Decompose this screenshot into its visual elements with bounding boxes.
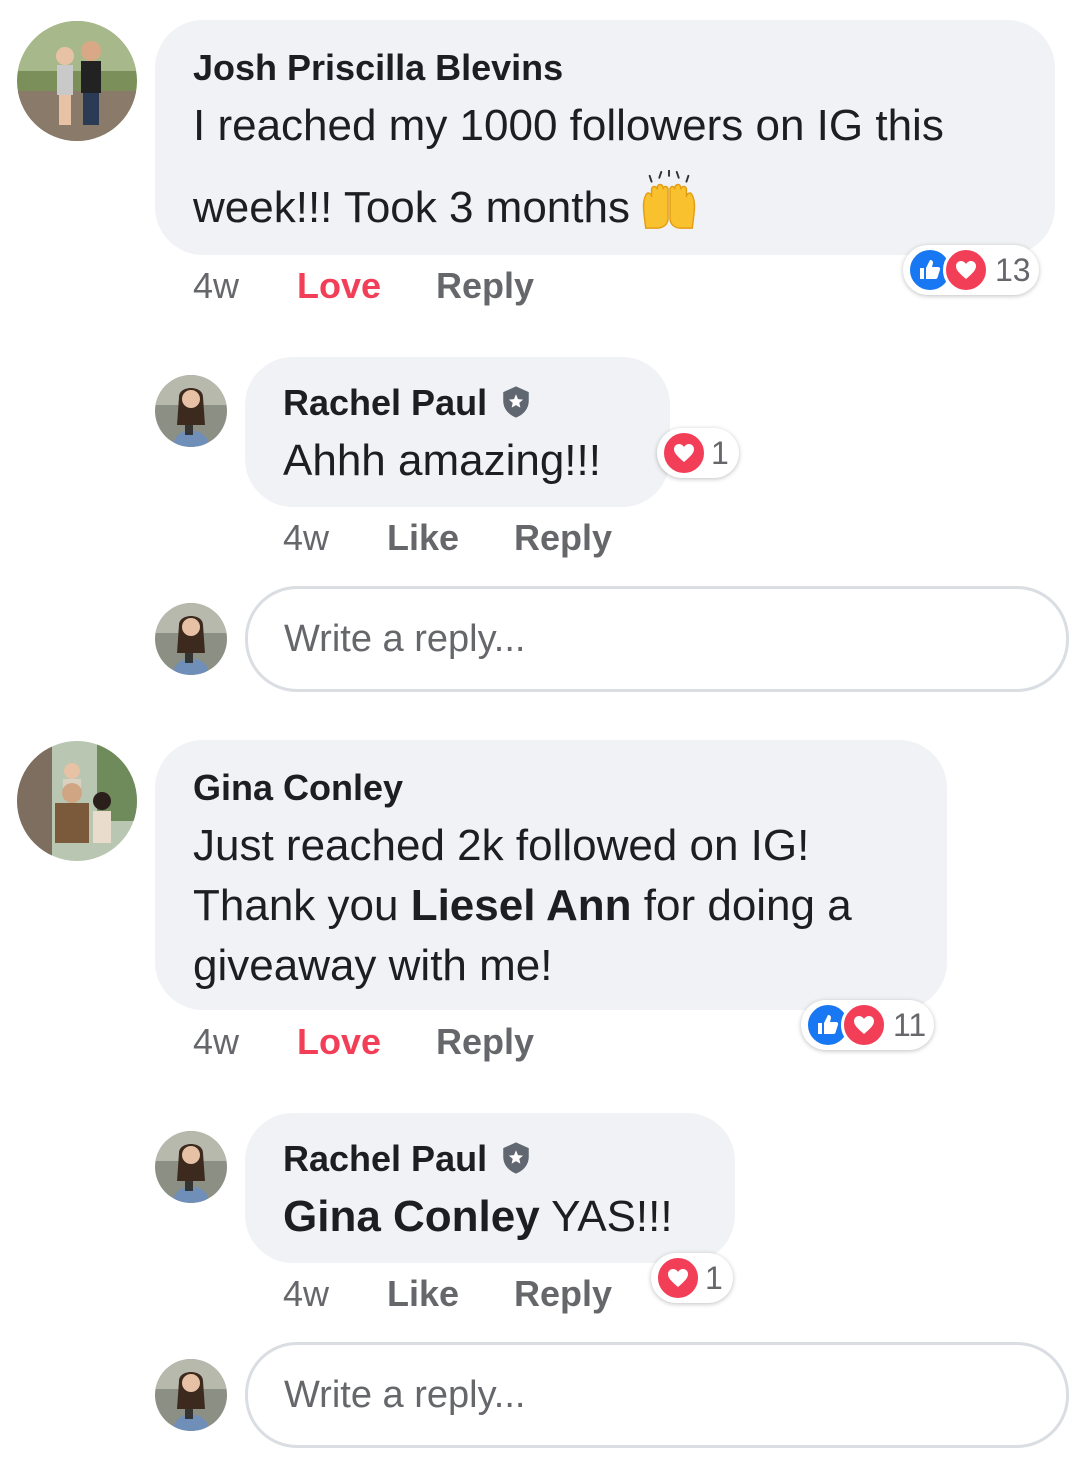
reply-button[interactable]: Reply [514, 1274, 612, 1314]
reaction-count: 1 [711, 434, 729, 471]
comment-timestamp[interactable]: 4w [193, 1022, 239, 1062]
mention-link[interactable]: Gina Conley [283, 1192, 540, 1241]
comment-bubble: Gina Conley Just reached 2k followed on … [155, 740, 947, 1010]
avatar-josh[interactable] [17, 21, 137, 141]
reply-input-placeholder: Write a reply... [284, 1373, 526, 1416]
comment-text-line-3: giveaway with me! [193, 941, 553, 990]
love-reaction-icon [841, 1002, 887, 1048]
comment-timestamp[interactable]: 4w [193, 266, 239, 306]
love-button[interactable]: Love [297, 266, 381, 306]
reaction-summary[interactable]: 11 [801, 1000, 935, 1050]
comment-author[interactable]: Josh Priscilla Blevins [193, 46, 563, 90]
reply-button[interactable]: Reply [436, 1022, 534, 1062]
mention-link[interactable]: Liesel Ann [411, 881, 632, 930]
reply-button[interactable]: Reply [436, 266, 534, 306]
reply-reaction-summary[interactable]: 1 [657, 428, 739, 478]
reply-bubble: Rachel Paul Gina Conley YAS!!! [245, 1113, 735, 1263]
love-reaction-icon [943, 247, 989, 293]
comment-text-span: week!!! Took 3 months [193, 183, 630, 232]
reply-timestamp[interactable]: 4w [283, 1274, 329, 1314]
comment-text-span: for doing a [631, 881, 852, 930]
comment-bubble: Josh Priscilla Blevins I reached my 1000… [155, 20, 1055, 255]
reply-button[interactable]: Reply [514, 518, 612, 558]
avatar-rachel[interactable] [155, 1131, 227, 1203]
comment-text-span: Thank you [193, 881, 411, 930]
reply-input[interactable]: Write a reply... [245, 1342, 1069, 1448]
comment-text-line: Just reached 2k followed on IG! [193, 821, 810, 870]
love-button[interactable]: Love [297, 1022, 381, 1062]
avatar-current-user [155, 603, 227, 675]
reply-reaction-summary[interactable]: 1 [651, 1253, 733, 1303]
reaction-summary[interactable]: 13 [903, 245, 1039, 295]
reaction-count: 11 [893, 1006, 927, 1043]
reply-author-name: Rachel Paul [283, 1138, 488, 1179]
comment-text-line-2: Thank you Liesel Ann for doing a [193, 878, 852, 934]
reply-input-placeholder: Write a reply... [284, 617, 526, 660]
reply-text: Ahhh amazing!!! [283, 436, 601, 485]
love-reaction-icon [655, 1255, 701, 1301]
reply-author[interactable]: Rachel Paul [283, 381, 533, 425]
reply-author[interactable]: Rachel Paul [283, 1137, 533, 1181]
like-button[interactable]: Like [387, 1274, 459, 1314]
reply-text-span: YAS!!! [539, 1192, 673, 1241]
comment-author[interactable]: Gina Conley [193, 766, 403, 810]
comment-text-line-2: week!!! Took 3 months [193, 170, 700, 238]
comment-text-line: I reached my 1000 followers on IG this [193, 101, 944, 150]
reply-author-name: Rachel Paul [283, 382, 488, 423]
love-reaction-icon [661, 430, 707, 476]
avatar-gina[interactable] [17, 741, 137, 861]
reply-text: Gina Conley YAS!!! [283, 1189, 673, 1245]
reply-timestamp[interactable]: 4w [283, 518, 329, 558]
admin-shield-icon [503, 386, 529, 418]
avatar-rachel[interactable] [155, 375, 227, 447]
reply-bubble: Rachel Paul Ahhh amazing!!! [245, 357, 670, 507]
avatar-current-user [155, 1359, 227, 1431]
reaction-count: 13 [995, 251, 1031, 288]
reply-input[interactable]: Write a reply... [245, 586, 1069, 692]
raising-hands-icon [642, 170, 696, 229]
admin-shield-icon [503, 1142, 529, 1174]
reaction-count: 1 [705, 1259, 723, 1296]
like-button[interactable]: Like [387, 518, 459, 558]
